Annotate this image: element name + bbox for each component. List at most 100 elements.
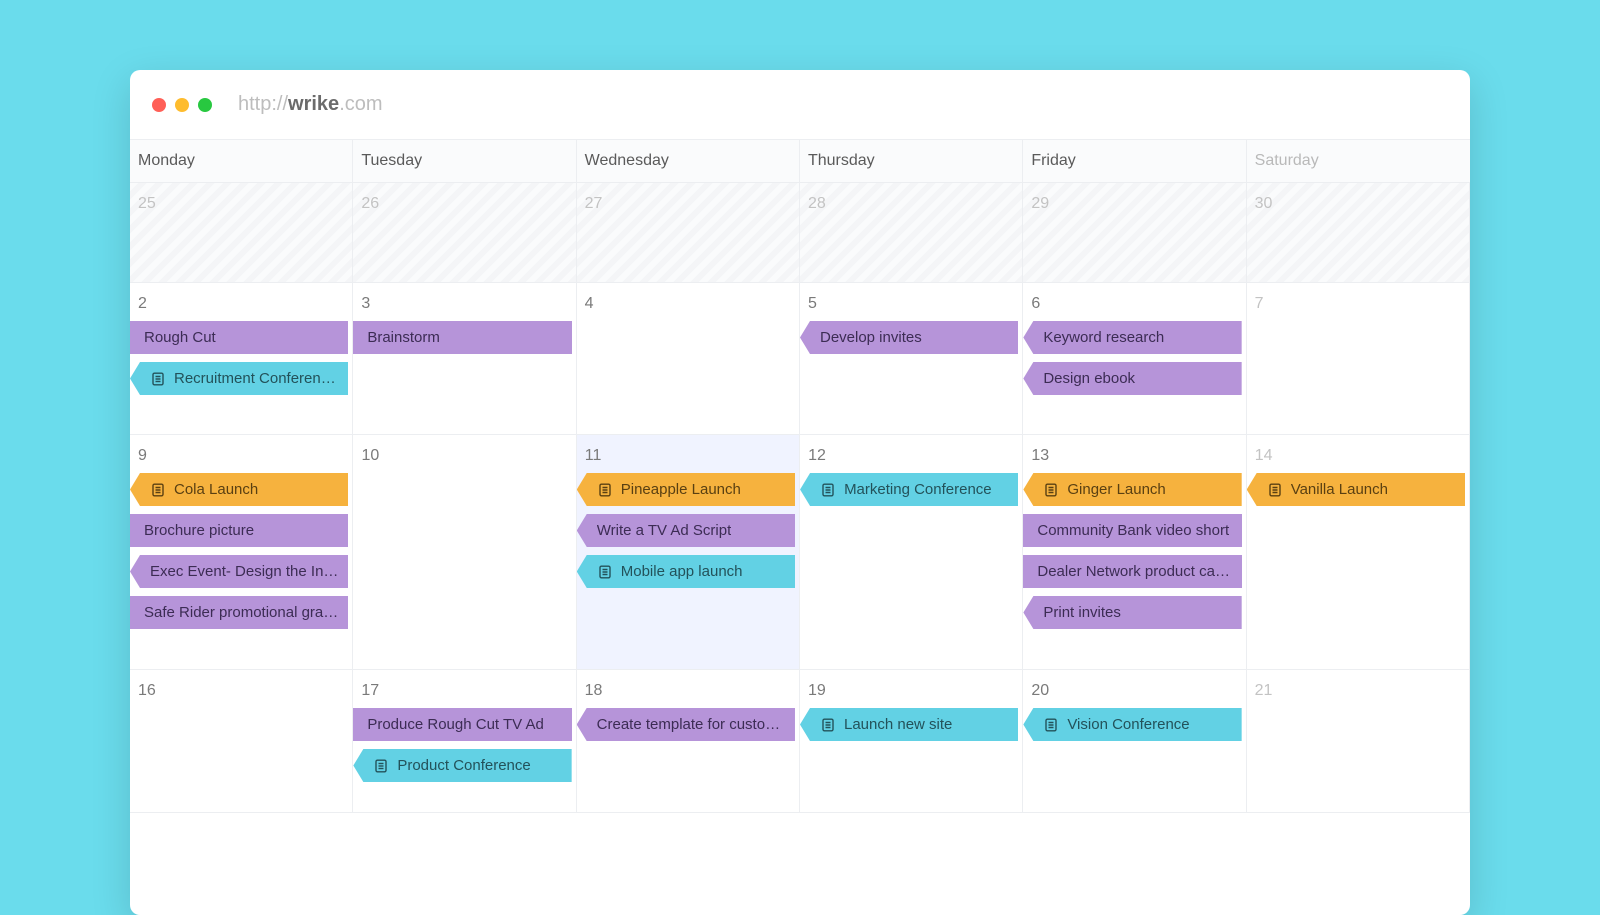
date-number: 7	[1247, 289, 1469, 321]
calendar-cell[interactable]: 7	[1247, 283, 1470, 435]
url-prefix: http://	[238, 93, 288, 115]
event-label: Design ebook	[1043, 370, 1135, 387]
event-label: Produce Rough Cut TV Ad	[367, 716, 544, 733]
date-number: 16	[130, 676, 352, 708]
calendar-cell[interactable]: 25	[130, 183, 353, 283]
calendar-event[interactable]: Brainstorm	[353, 321, 571, 354]
close-icon[interactable]	[152, 98, 166, 112]
titlebar: http://wrike.com	[130, 70, 1470, 140]
calendar-cell[interactable]: 11 Pineapple Launch Write a TV Ad Script Mo…	[577, 435, 800, 670]
calendar-event[interactable]: Ginger Launch	[1023, 473, 1241, 506]
calendar-event[interactable]: Print invites	[1023, 596, 1241, 629]
calendar-grid: 252627282930 2Rough Cut Recruitment Confer…	[130, 183, 1470, 813]
weekday-label: Wednesday	[577, 140, 800, 182]
date-number: 19	[800, 676, 1022, 708]
calendar-cell[interactable]: 17 Produce Rough Cut TV Ad Product Confere…	[353, 670, 576, 813]
calendar-event[interactable]: Produce Rough Cut TV Ad	[353, 708, 571, 741]
date-number: 26	[353, 189, 575, 221]
event-label: Exec Event- Design the In…	[150, 563, 338, 580]
calendar-event[interactable]: Brochure picture	[130, 514, 348, 547]
calendar-event[interactable]: Write a TV Ad Script	[577, 514, 795, 547]
calendar-cell[interactable]: 19Launch new site	[800, 670, 1023, 813]
calendar-cell[interactable]: 2Rough Cut Recruitment Conferen…	[130, 283, 353, 435]
calendar-event[interactable]: Develop invites	[800, 321, 1018, 354]
event-label: Safe Rider promotional gra…	[144, 604, 338, 621]
date-number: 4	[577, 289, 799, 321]
calendar-cell[interactable]: 13Ginger LaunchCommunity Bank video shor…	[1023, 435, 1246, 670]
calendar-event[interactable]: Recruitment Conferen…	[130, 362, 348, 395]
event-label: Recruitment Conferen…	[174, 370, 336, 387]
event-label: Vision Conference	[1067, 716, 1189, 733]
calendar-cell[interactable]: 16	[130, 670, 353, 813]
date-number: 12	[800, 441, 1022, 473]
calendar-event[interactable]: Safe Rider promotional gra…	[130, 596, 348, 629]
date-number: 6	[1023, 289, 1245, 321]
date-number: 29	[1023, 189, 1245, 221]
weekday-label: Saturday	[1247, 140, 1470, 182]
maximize-icon[interactable]	[198, 98, 212, 112]
date-number: 21	[1247, 676, 1469, 708]
date-number: 14	[1247, 441, 1469, 473]
calendar-event[interactable]: Mobile app launch	[577, 555, 795, 588]
calendar-event[interactable]: Rough Cut	[130, 321, 348, 354]
calendar-event[interactable]: Community Bank video short	[1023, 514, 1241, 547]
calendar-cell[interactable]: 18Create template for custo…	[577, 670, 800, 813]
calendar-event[interactable]: Product Conference	[353, 749, 571, 782]
calendar-event[interactable]: Design ebook	[1023, 362, 1241, 395]
document-icon	[597, 564, 613, 580]
url-host: wrike	[288, 93, 339, 115]
calendar-event[interactable]: Pineapple Launch	[577, 473, 795, 506]
calendar-cell[interactable]: 4	[577, 283, 800, 435]
calendar-event[interactable]: Cola Launch	[130, 473, 348, 506]
calendar-cell[interactable]: 14 Vanilla Launch	[1247, 435, 1470, 670]
date-number: 9	[130, 441, 352, 473]
calendar-event[interactable]: Marketing Conference	[800, 473, 1018, 506]
calendar-event[interactable]: Vision Conference	[1023, 708, 1241, 741]
calendar-cell[interactable]: 9Cola Launch Brochure picture Exec Event- …	[130, 435, 353, 670]
calendar-cell[interactable]: 12Marketing Conference	[800, 435, 1023, 670]
event-label: Pineapple Launch	[621, 481, 741, 498]
calendar-cell[interactable]: 28	[800, 183, 1023, 283]
minimize-icon[interactable]	[175, 98, 189, 112]
event-label: Keyword research	[1043, 329, 1164, 346]
document-icon	[820, 482, 836, 498]
weekday-label: Tuesday	[353, 140, 576, 182]
event-label: Community Bank video short	[1037, 522, 1229, 539]
date-number: 30	[1247, 189, 1469, 221]
weekday-header: Monday Tuesday Wednesday Thursday Friday…	[130, 140, 1470, 183]
date-number: 3	[353, 289, 575, 321]
calendar-cell[interactable]: 20 Vision Conference	[1023, 670, 1246, 813]
date-number: 2	[130, 289, 352, 321]
calendar-cell[interactable]: 6 Keyword research Design ebook	[1023, 283, 1246, 435]
document-icon	[1043, 482, 1059, 498]
calendar-cell[interactable]: 29	[1023, 183, 1246, 283]
date-number: 25	[130, 189, 352, 221]
date-number: 20	[1023, 676, 1245, 708]
calendar-event[interactable]: Dealer Network product ca…	[1023, 555, 1241, 588]
calendar-event[interactable]: Launch new site	[800, 708, 1018, 741]
calendar-event[interactable]: Keyword research	[1023, 321, 1241, 354]
document-icon	[820, 717, 836, 733]
calendar-event[interactable]: Vanilla Launch	[1247, 473, 1465, 506]
window-controls	[152, 98, 212, 112]
event-label: Vanilla Launch	[1291, 481, 1388, 498]
document-icon	[373, 758, 389, 774]
calendar-cell[interactable]: 30	[1247, 183, 1470, 283]
document-icon	[1267, 482, 1283, 498]
event-label: Develop invites	[820, 329, 922, 346]
app-window: http://wrike.com Monday Tuesday Wednesda…	[130, 70, 1470, 915]
calendar-event[interactable]: Create template for custo…	[577, 708, 795, 741]
event-label: Mobile app launch	[621, 563, 743, 580]
calendar-cell[interactable]: 26	[353, 183, 576, 283]
date-number: 18	[577, 676, 799, 708]
calendar-cell[interactable]: 27	[577, 183, 800, 283]
calendar-cell[interactable]: 10	[353, 435, 576, 670]
calendar-cell[interactable]: 3Brainstorm	[353, 283, 576, 435]
address-bar[interactable]: http://wrike.com	[238, 93, 383, 116]
calendar-cell[interactable]: 21	[1247, 670, 1470, 813]
document-icon	[150, 482, 166, 498]
date-number: 17	[353, 676, 575, 708]
date-number: 11	[577, 441, 799, 473]
calendar-cell[interactable]: 5Develop invites	[800, 283, 1023, 435]
calendar-event[interactable]: Exec Event- Design the In…	[130, 555, 348, 588]
